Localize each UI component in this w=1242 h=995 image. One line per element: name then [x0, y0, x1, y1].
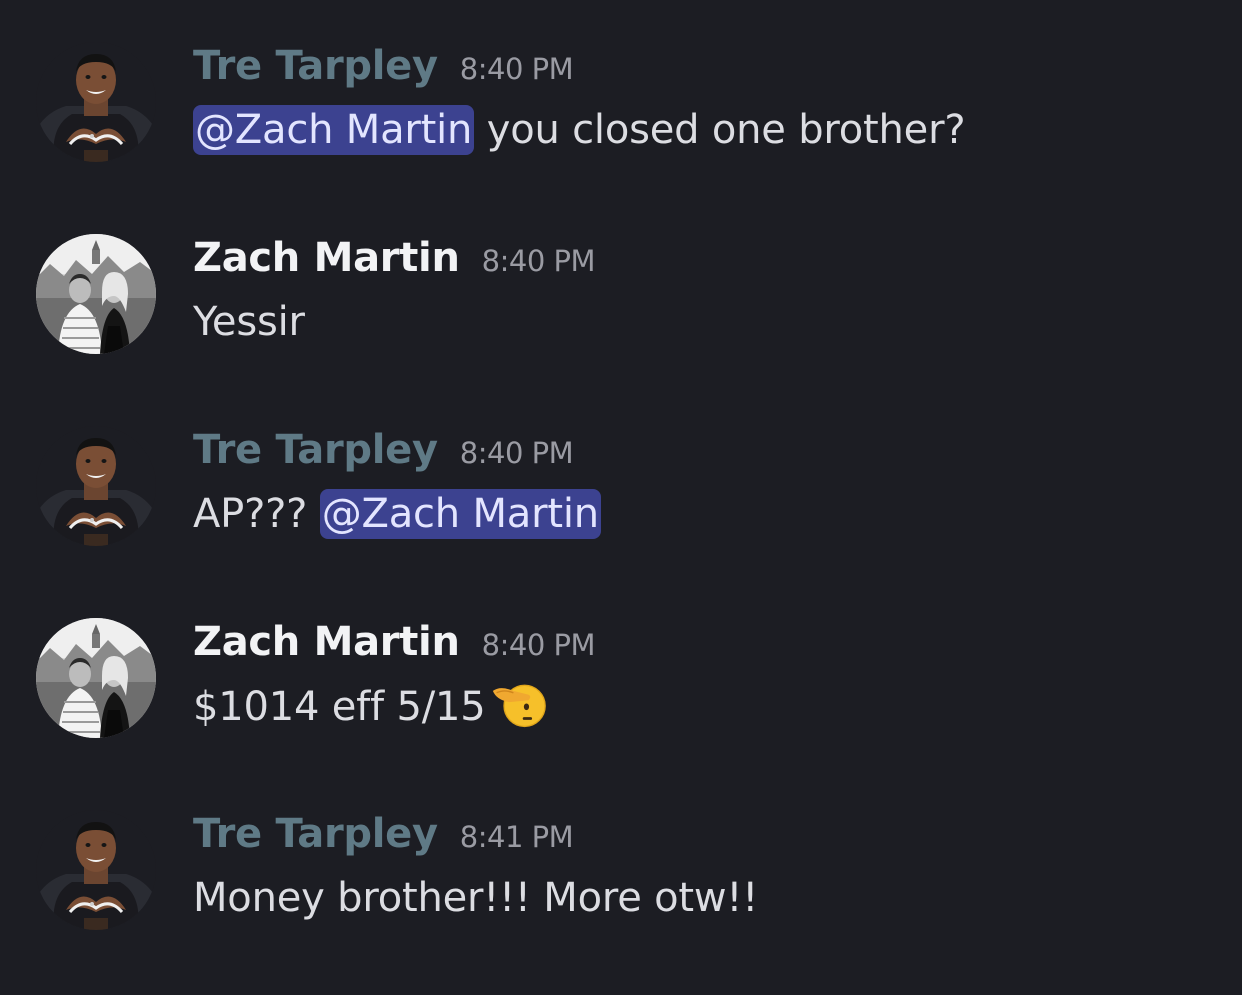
message-header: Tre Tarpley 8:41 PM	[193, 806, 574, 862]
tre-tarpley-avatar[interactable]	[36, 42, 156, 162]
message-item: Zach Martin 8:40 PM Yessir	[0, 186, 1242, 336]
message-item: Tre Tarpley 8:41 PM Money brother!!! More…	[0, 762, 1242, 912]
chat-message-list: Tre Tarpley 8:40 PM @Zach Martin you clos…	[0, 0, 1242, 995]
message-header: Zach Martin 8:40 PM	[193, 614, 596, 670]
saluting-face-emoji	[491, 676, 547, 749]
message-text: you closed one brother?	[474, 107, 966, 153]
message-text: Yessir	[193, 299, 305, 345]
timestamp: 8:40 PM	[481, 244, 596, 278]
message-item: Zach Martin 8:40 PM $1014 eff 5/15	[0, 570, 1242, 720]
message-content: @Zach Martin you closed one brother?	[193, 100, 966, 160]
mention-pill[interactable]: @Zach Martin	[193, 105, 475, 155]
message-header: Tre Tarpley 8:40 PM	[193, 422, 574, 478]
author-name[interactable]: Tre Tarpley	[193, 811, 438, 857]
timestamp: 8:41 PM	[459, 820, 574, 854]
tre-tarpley-avatar[interactable]	[36, 810, 156, 930]
timestamp: 8:40 PM	[459, 52, 574, 86]
author-name[interactable]: Tre Tarpley	[193, 427, 438, 473]
tre-tarpley-avatar[interactable]	[36, 426, 156, 546]
message-text: AP???	[193, 491, 320, 537]
message-text: $1014 eff 5/15	[193, 684, 486, 730]
message-content: Yessir	[193, 292, 305, 352]
zach-martin-avatar[interactable]	[36, 234, 156, 354]
zach-martin-avatar[interactable]	[36, 618, 156, 738]
message-item: Tre Tarpley 8:40 PM @Zach Martin you clos…	[0, 0, 1242, 144]
message-content: $1014 eff 5/15	[193, 676, 547, 736]
mention-pill[interactable]: @Zach Martin	[319, 489, 601, 539]
message-content: Money brother!!! More otw!!	[193, 868, 758, 928]
timestamp: 8:40 PM	[481, 628, 596, 662]
message-header: Zach Martin 8:40 PM	[193, 230, 596, 286]
author-name[interactable]: Tre Tarpley	[193, 43, 438, 89]
timestamp: 8:40 PM	[459, 436, 574, 470]
author-name[interactable]: Zach Martin	[193, 235, 460, 281]
message-content: AP??? @Zach Martin	[193, 484, 601, 544]
author-name[interactable]: Zach Martin	[193, 619, 460, 665]
message-header: Tre Tarpley 8:40 PM	[193, 38, 574, 94]
message-text: Money brother!!! More otw!!	[193, 875, 759, 921]
message-item: Tre Tarpley 8:40 PM AP??? @Zach Martin	[0, 378, 1242, 528]
